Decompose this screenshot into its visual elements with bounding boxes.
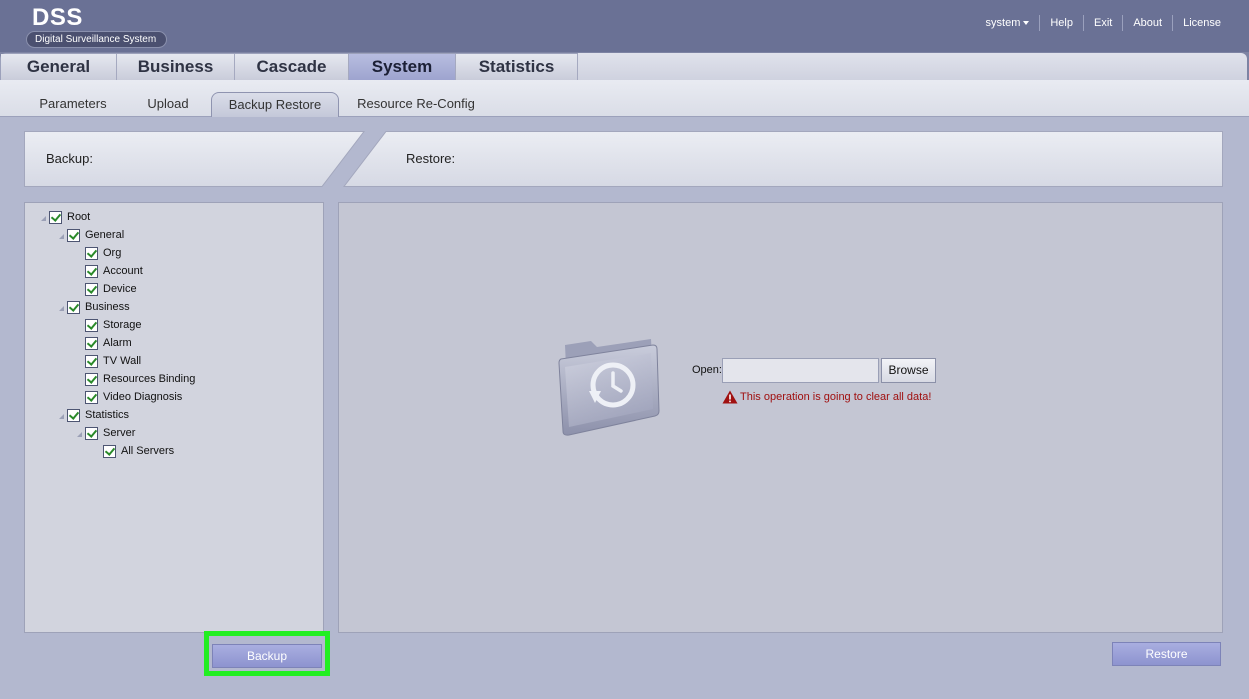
tree-label: All Servers <box>121 445 175 457</box>
expand-icon[interactable] <box>57 412 64 419</box>
tree-item-general[interactable]: General <box>57 226 124 244</box>
tree-label: Statistics <box>85 409 130 421</box>
checkbox-account[interactable] <box>85 264 98 278</box>
tree-item-tv-wall[interactable]: TV Wall <box>85 352 141 370</box>
main-tabs: General Business Cascade System Statisti… <box>0 53 579 80</box>
tree-label: Org <box>103 247 122 259</box>
restore-warning: This operation is going to clear all dat… <box>722 390 931 404</box>
banner-shapes <box>24 131 1223 187</box>
tree-label: Root <box>67 211 91 223</box>
tree-label: Storage <box>103 319 142 331</box>
tree-item-org[interactable]: Org <box>85 244 121 262</box>
tree-item-alarm[interactable]: Alarm <box>85 334 132 352</box>
subtab-parameters[interactable]: Parameters <box>30 92 116 117</box>
tab-business[interactable]: Business <box>117 54 235 80</box>
sub-tab-bar: Parameters Upload Backup Restore Resourc… <box>0 80 1249 117</box>
tree-label: TV Wall <box>103 355 142 367</box>
tree-item-account[interactable]: Account <box>85 262 143 280</box>
tab-general[interactable]: General <box>1 54 117 80</box>
help-link[interactable]: Help <box>1040 14 1083 32</box>
folder-backup-icon <box>558 339 660 436</box>
tab-bar-filler <box>578 53 1247 80</box>
checkbox-server[interactable] <box>85 426 98 440</box>
checkbox-org[interactable] <box>85 246 98 260</box>
tree-item-server[interactable]: Server <box>75 424 135 442</box>
section-banner: Backup: Restore: <box>24 131 1223 187</box>
restore-button[interactable]: Restore <box>1112 642 1221 666</box>
subtab-resource-reconfig[interactable]: Resource Re-Config <box>352 92 480 117</box>
tree-label: Business <box>85 301 130 313</box>
checkbox-device[interactable] <box>85 282 98 296</box>
checkbox-alarm[interactable] <box>85 336 98 350</box>
restore-section-label: Restore: <box>406 151 456 166</box>
subtab-backup-restore[interactable]: Backup Restore <box>211 92 339 117</box>
tree-item-resources-binding[interactable]: Resources Binding <box>85 370 195 388</box>
browse-button[interactable]: Browse <box>881 358 936 383</box>
chevron-down-icon <box>1023 21 1030 26</box>
about-link[interactable]: About <box>1123 14 1172 32</box>
backup-tree-panel: Root General Org Account Device Business… <box>24 202 324 633</box>
checkbox-statistics[interactable] <box>67 408 80 422</box>
tree-label: Account <box>103 265 143 277</box>
tab-system[interactable]: System <box>349 54 456 80</box>
checkbox-storage[interactable] <box>85 318 98 332</box>
tab-statistics[interactable]: Statistics <box>456 54 578 80</box>
tree-item-device[interactable]: Device <box>85 280 137 298</box>
app-header: DSS Digital Surveillance System system H… <box>0 0 1249 52</box>
checkbox-business[interactable] <box>67 300 80 314</box>
checkbox-resources-binding[interactable] <box>85 372 98 386</box>
main-tab-bar: General Business Cascade System Statisti… <box>0 52 1249 80</box>
tree-label: General <box>85 229 125 241</box>
tree-item-root[interactable]: Root <box>39 208 90 226</box>
subtab-upload[interactable]: Upload <box>136 92 200 117</box>
open-file-input[interactable] <box>722 358 879 383</box>
restore-panel: Open: Browse This operation is going to … <box>338 202 1223 633</box>
tree-label: Device <box>103 283 137 295</box>
expand-icon[interactable] <box>57 232 64 239</box>
user-menu[interactable]: system <box>976 14 1040 32</box>
warning-text: This operation is going to clear all dat… <box>740 391 932 403</box>
license-link[interactable]: License <box>1173 14 1231 32</box>
user-menu-label: system <box>985 17 1021 29</box>
tree-label: Alarm <box>103 337 132 349</box>
top-links: system Help Exit About License <box>976 14 1231 32</box>
expand-icon[interactable] <box>39 214 46 221</box>
tree-item-storage[interactable]: Storage <box>85 316 142 334</box>
expand-icon[interactable] <box>57 304 64 311</box>
expand-icon[interactable] <box>75 430 82 437</box>
exit-link[interactable]: Exit <box>1084 14 1122 32</box>
logo-title: DSS <box>32 4 83 31</box>
tree-item-video-diagnosis[interactable]: Video Diagnosis <box>85 388 182 406</box>
tree-label: Video Diagnosis <box>103 391 183 403</box>
checkbox-general[interactable] <box>67 228 80 242</box>
open-label: Open: <box>692 364 722 376</box>
logo-subtitle: Digital Surveillance System <box>26 31 168 48</box>
tree-item-all-servers[interactable]: All Servers <box>103 442 174 460</box>
tree-label: Server <box>103 427 136 439</box>
tree-item-business[interactable]: Business <box>57 298 130 316</box>
checkbox-all-servers[interactable] <box>103 444 116 458</box>
tab-cascade[interactable]: Cascade <box>235 54 349 80</box>
backup-button[interactable]: Backup <box>212 644 322 668</box>
backup-section-label: Backup: <box>46 151 93 166</box>
checkbox-root[interactable] <box>49 210 62 224</box>
checkbox-video-diagnosis[interactable] <box>85 390 98 404</box>
tree-label: Resources Binding <box>103 373 196 385</box>
warning-icon <box>722 390 738 404</box>
checkbox-tv-wall[interactable] <box>85 354 98 368</box>
tree-item-statistics[interactable]: Statistics <box>57 406 129 424</box>
